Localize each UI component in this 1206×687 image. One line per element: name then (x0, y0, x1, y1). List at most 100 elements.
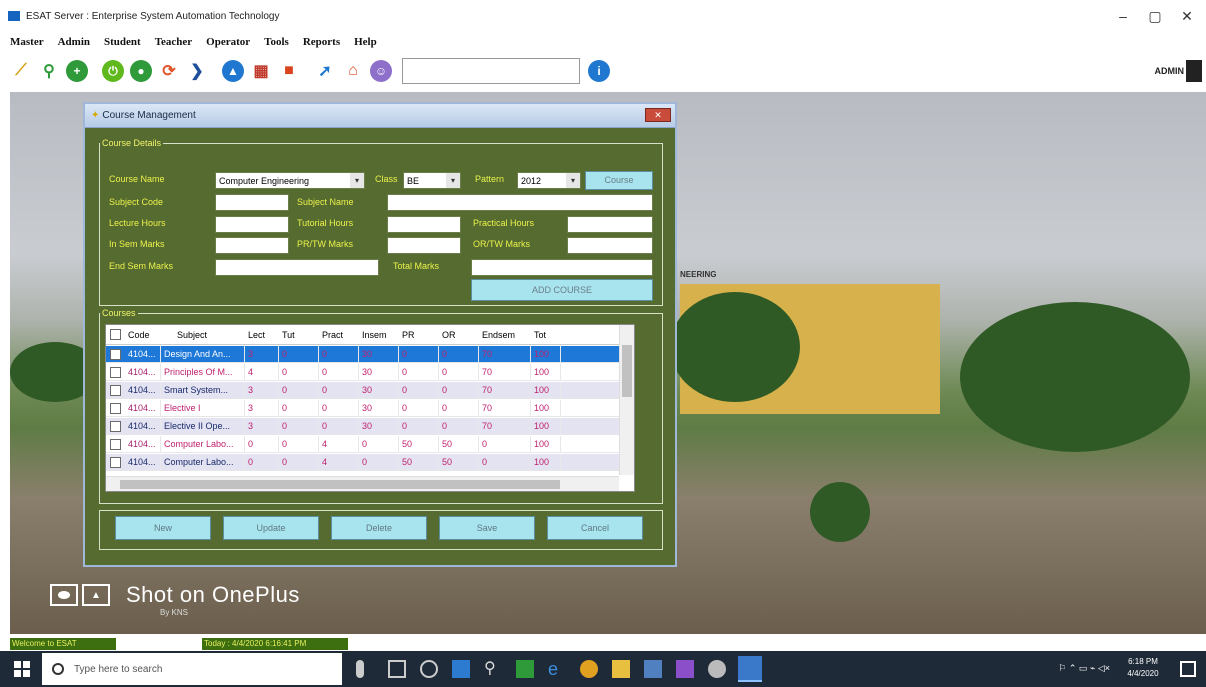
refresh-icon[interactable]: ⟳ (158, 60, 180, 82)
logout-icon[interactable] (1186, 60, 1202, 82)
taskbar-search-box[interactable]: Type here to search (42, 653, 342, 685)
search-app-icon[interactable]: ⚲ (484, 660, 502, 678)
class-select[interactable]: BE ▾ (403, 172, 461, 189)
col-endsem[interactable]: Endsem (479, 325, 531, 344)
microphone-icon[interactable] (356, 660, 364, 678)
col-lect[interactable]: Lect (245, 325, 279, 344)
select-all-checkbox[interactable] (110, 329, 121, 340)
practical-hours-input[interactable] (567, 216, 653, 233)
col-tot[interactable]: Tot (531, 325, 555, 344)
chrome-icon[interactable] (580, 660, 598, 678)
power-icon[interactable]: ⏻ (102, 60, 124, 82)
add-icon[interactable]: + (66, 60, 88, 82)
row-checkbox[interactable] (110, 402, 121, 414)
cell-tut: 0 (279, 363, 319, 381)
col-pract[interactable]: Pract (319, 325, 359, 344)
app-icon[interactable] (708, 660, 726, 678)
col-subject[interactable]: Subject (161, 325, 245, 344)
subject-code-input[interactable] (215, 194, 289, 211)
courses-grid[interactable]: Code Subject Lect Tut Pract Insem PR OR … (105, 324, 635, 492)
grid-vertical-scroll-thumb[interactable] (622, 345, 632, 397)
task-view-icon[interactable] (388, 660, 406, 678)
total-marks-input[interactable] (471, 259, 653, 276)
start-button[interactable] (14, 661, 30, 677)
row-checkbox[interactable] (110, 438, 121, 450)
course-button[interactable]: Course (585, 171, 653, 190)
table-row[interactable]: 4104... Principles Of M... 4 0 0 30 0 0 … (106, 363, 619, 381)
pattern-select[interactable]: 2012 ▾ (517, 172, 581, 189)
new-button[interactable]: New (115, 516, 211, 540)
wand-icon[interactable]: ⟋ (10, 60, 32, 82)
arrow-icon[interactable]: ➚ (314, 60, 336, 82)
cancel-button[interactable]: Cancel (547, 516, 643, 540)
update-button[interactable]: Update (223, 516, 319, 540)
course-name-select[interactable]: Computer Engineering ▾ (215, 172, 365, 189)
menu-operator[interactable]: Operator (206, 33, 250, 51)
info-icon[interactable]: i (588, 60, 610, 82)
home-icon[interactable]: ⌂ (342, 60, 364, 82)
record-icon[interactable]: ● (130, 60, 152, 82)
menu-tools[interactable]: Tools (264, 33, 289, 51)
end-sem-marks-input[interactable] (215, 259, 379, 276)
in-sem-marks-input[interactable] (215, 237, 289, 254)
search-icon[interactable]: ⚲ (38, 60, 60, 82)
row-checkbox[interactable] (110, 456, 121, 468)
grid-horizontal-scroll-thumb[interactable] (120, 480, 560, 489)
table-row[interactable]: 4104... Design And An... 3 0 0 30 0 0 70… (106, 345, 619, 363)
menu-master[interactable]: Master (10, 33, 44, 51)
subject-name-input[interactable] (387, 194, 653, 211)
row-checkbox[interactable] (110, 366, 121, 378)
col-tut[interactable]: Tut (279, 325, 319, 344)
grid-horizontal-scrollbar[interactable] (106, 476, 619, 491)
folder-icon[interactable] (612, 660, 630, 678)
maximize-button[interactable]: ▢ (1140, 6, 1170, 26)
user-icon[interactable]: ☺ (370, 60, 392, 82)
col-insem[interactable]: Insem (359, 325, 399, 344)
visual-studio-icon[interactable] (676, 660, 694, 678)
table-row[interactable]: 4104... Computer Labo... 0 0 4 0 50 50 0… (106, 453, 619, 471)
edge-icon[interactable]: e (548, 660, 566, 678)
col-pr[interactable]: PR (399, 325, 439, 344)
tutorial-hours-label: Tutorial Hours (297, 218, 354, 228)
dialog-close-button[interactable]: ✕ (645, 108, 671, 122)
excel-icon[interactable] (516, 660, 534, 678)
app-icon[interactable] (644, 660, 662, 678)
save-button[interactable]: Save (439, 516, 535, 540)
cell-insem: 30 (359, 345, 399, 363)
grid-vertical-scrollbar[interactable] (619, 325, 634, 475)
or-tw-marks-input[interactable] (567, 237, 653, 254)
col-code[interactable]: Code (125, 325, 161, 344)
add-course-button[interactable]: ADD COURSE (471, 279, 653, 301)
calendar-icon[interactable]: ▦ (250, 60, 272, 82)
toolbar-search-input[interactable] (402, 58, 580, 84)
system-tray-icons[interactable]: ⚐ ⌃ ▭ ⌁ ◁× (1058, 663, 1110, 674)
delete-button[interactable]: Delete (331, 516, 427, 540)
close-window-button[interactable]: ✕ (1172, 6, 1202, 26)
esat-app-icon[interactable] (738, 656, 762, 682)
table-row[interactable]: 4104... Smart System... 3 0 0 30 0 0 70 … (106, 381, 619, 399)
table-row[interactable]: 4104... Elective I 3 0 0 30 0 0 70 100 (106, 399, 619, 417)
speedometer-icon[interactable] (420, 660, 438, 678)
row-checkbox[interactable] (110, 348, 121, 360)
table-row[interactable]: 4104... Elective II Ope... 3 0 0 30 0 0 … (106, 417, 619, 435)
row-checkbox[interactable] (110, 384, 121, 396)
menu-admin[interactable]: Admin (58, 33, 90, 51)
row-checkbox[interactable] (110, 420, 121, 432)
lecture-hours-input[interactable] (215, 216, 289, 233)
contact-icon[interactable]: ■ (278, 60, 300, 82)
tutorial-hours-input[interactable] (387, 216, 461, 233)
menu-student[interactable]: Student (104, 33, 141, 51)
menu-teacher[interactable]: Teacher (155, 33, 192, 51)
next-icon[interactable]: ❯ (186, 60, 208, 82)
cell-pr: 0 (399, 381, 439, 399)
notification-icon[interactable] (1180, 661, 1196, 677)
pr-tw-marks-input[interactable] (387, 237, 461, 254)
table-row[interactable]: 4104... Computer Labo... 0 0 4 0 50 50 0… (106, 435, 619, 453)
minimize-button[interactable]: – (1108, 6, 1138, 26)
up-icon[interactable]: ▲ (222, 60, 244, 82)
menu-help[interactable]: Help (354, 33, 377, 51)
taskbar-clock[interactable]: 6:18 PM 4/4/2020 (1120, 656, 1166, 680)
col-or[interactable]: OR (439, 325, 479, 344)
menu-reports[interactable]: Reports (303, 33, 340, 51)
app-tile-icon[interactable] (452, 660, 470, 678)
